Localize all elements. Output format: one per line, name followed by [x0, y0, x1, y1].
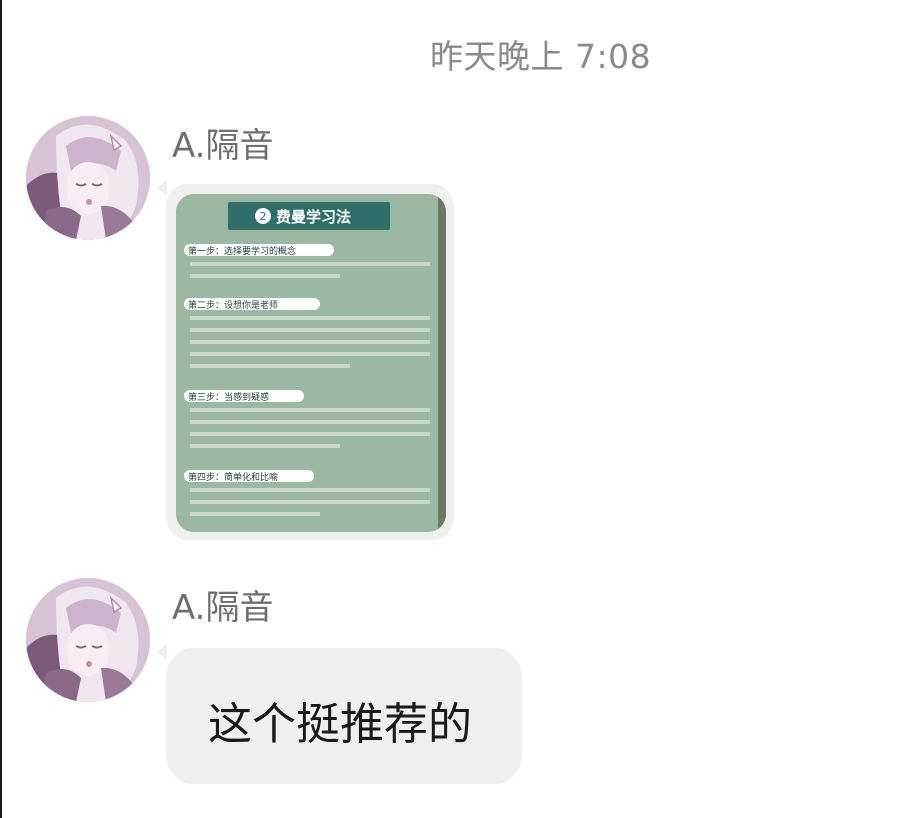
shared-image[interactable]: 2 费曼学习法 第一步：选择要学习的概念 第二步：设想你是老师 第三步：当感到疑…: [176, 194, 446, 532]
anime-girl-avatar-icon: [26, 116, 150, 240]
section-heading: 第三步：当感到疑惑: [188, 391, 269, 403]
image-message-bubble[interactable]: 2 费曼学习法 第一步：选择要学习的概念 第二步：设想你是老师 第三步：当感到疑…: [166, 184, 454, 540]
sender-avatar[interactable]: [26, 116, 150, 240]
message-timestamp: 昨天晚上 7:08: [430, 37, 652, 76]
sender-name: A.隔音: [172, 588, 274, 628]
svg-text:2: 2: [260, 210, 267, 223]
chat-screen: 昨天晚上 7:08 A.隔音 2 费曼学习法 第一步：选择要学习的概念 第二步：…: [0, 0, 900, 818]
section-heading: 第四步：简单化和比喻: [188, 471, 278, 483]
image-title: 费曼学习法: [276, 208, 351, 226]
sender-name: A.隔音: [172, 126, 274, 166]
sender-avatar[interactable]: [26, 578, 150, 702]
bubble-tail: [157, 644, 167, 660]
section-heading: 第二步：设想你是老师: [188, 299, 278, 311]
section-heading: 第一步：选择要学习的概念: [188, 245, 296, 257]
message-text: 这个挺推荐的: [208, 699, 472, 750]
bubble-tail: [157, 180, 167, 196]
text-message-bubble[interactable]: 这个挺推荐的: [166, 648, 522, 784]
window-edge: [0, 0, 2, 818]
anime-girl-avatar-icon: [26, 578, 150, 702]
